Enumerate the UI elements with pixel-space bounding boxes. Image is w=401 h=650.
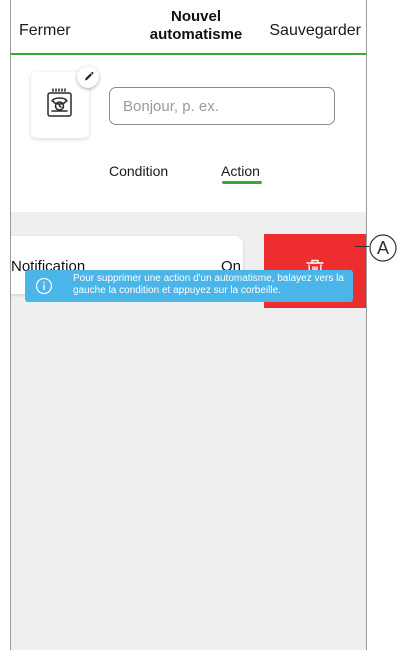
page-title-line1: Nouvel <box>170 8 221 25</box>
info-icon <box>35 277 53 295</box>
info-banner: Pour supprimer une action d'un automatis… <box>25 270 353 302</box>
save-button[interactable]: Sauvegarder <box>269 22 361 40</box>
pencil-icon <box>85 71 94 81</box>
automation-name-input[interactable] <box>109 87 335 125</box>
phone-screen: Fermer Nouvel automatisme Sauvegarder Co <box>10 0 367 650</box>
callout-line <box>355 246 369 247</box>
close-button[interactable]: Fermer <box>19 22 71 40</box>
edit-icon-button[interactable] <box>77 66 99 88</box>
callout-a: A <box>368 233 398 263</box>
tab-condition[interactable]: Condition <box>109 163 168 179</box>
top-bar: Fermer Nouvel automatisme Sauvegarder <box>11 0 366 55</box>
page-title: Nouvel automatisme <box>121 8 271 44</box>
info-text: Pour supprimer une action d'un automatis… <box>73 273 344 296</box>
callout-label: A <box>376 238 389 258</box>
page-title-line2: automatisme <box>149 26 243 43</box>
tab-action[interactable]: Action <box>221 163 260 179</box>
active-tab-indicator <box>222 181 262 184</box>
